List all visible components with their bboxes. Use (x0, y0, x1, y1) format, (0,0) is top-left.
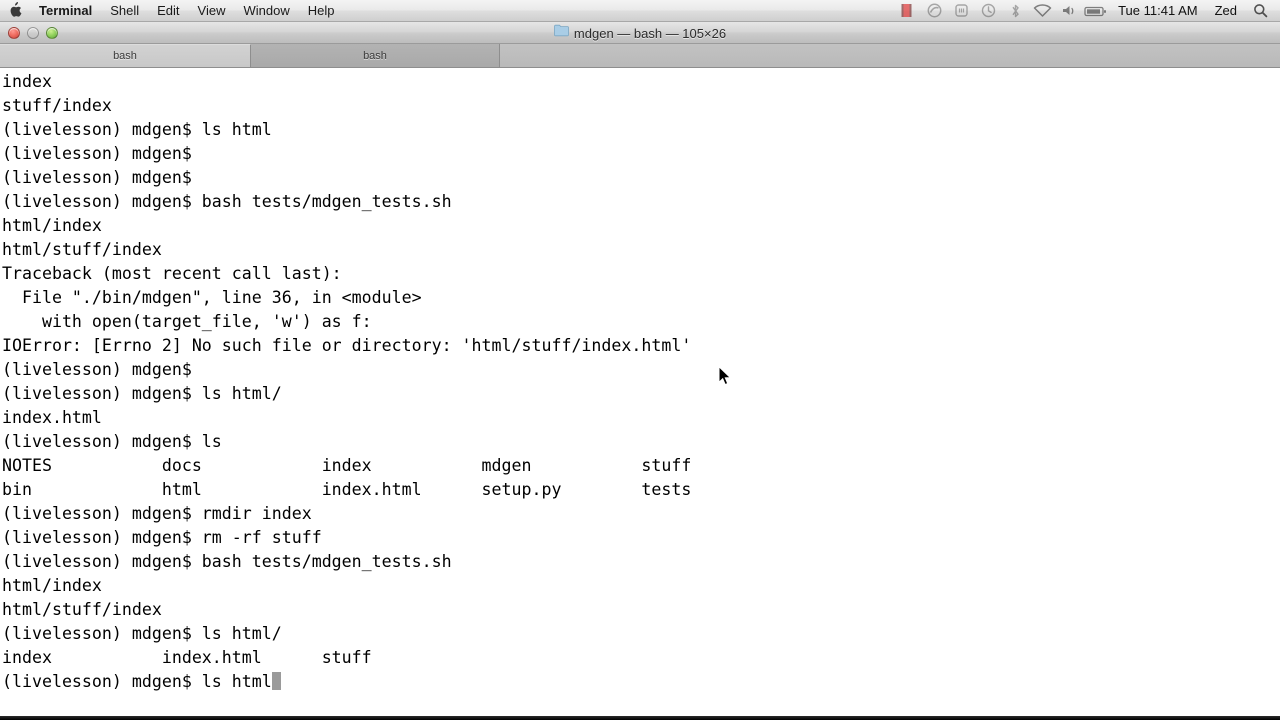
bluetooth-icon[interactable] (1002, 0, 1028, 22)
terminal-line: html/index (2, 576, 102, 595)
menu-item-view[interactable]: View (189, 0, 235, 22)
minimize-button[interactable] (27, 26, 39, 39)
terminal-line: (livelesson) mdgen$ ls (2, 432, 222, 451)
terminal-line: (livelesson) mdgen$ bash tests/mdgen_tes… (2, 192, 452, 211)
terminal-line: html/stuff/index (2, 600, 162, 619)
terminal-line: (livelesson) mdgen$ ls html (2, 120, 272, 139)
creative-cloud-icon[interactable] (921, 0, 947, 22)
tab-label: bash (363, 49, 387, 62)
menu-item-edit[interactable]: Edit (148, 0, 188, 22)
zoom-button[interactable] (46, 26, 58, 39)
menu-bar-clock[interactable]: Tue 11:41 AM (1110, 0, 1206, 22)
terminal-line: Traceback (most recent call last): (2, 264, 342, 283)
terminal-line: (livelesson) mdgen$ (2, 360, 202, 379)
terminal-line: index (2, 72, 52, 91)
window-title: mdgen — bash — 105×26 (573, 25, 727, 41)
terminal-line: (livelesson) mdgen$ ls html (2, 670, 1280, 694)
menu-item-shell[interactable]: Shell (101, 0, 148, 22)
terminal-line: (livelesson) mdgen$ rmdir index (2, 504, 312, 523)
terminal-line: (livelesson) mdgen$ rm -rf stuff (2, 528, 322, 547)
close-button[interactable] (8, 26, 20, 39)
menu-item-help[interactable]: Help (299, 0, 344, 22)
window-bottom-edge (0, 716, 1280, 720)
menu-bar-status-items: Tue 11:41 AM Zed (894, 0, 1280, 21)
terminal-tab-bar: bash bash (0, 44, 1280, 68)
apple-logo-icon[interactable] (0, 0, 30, 22)
terminal-line: IOError: [Errno 2] No such file or direc… (2, 336, 692, 355)
terminal-line: NOTES docs index mdgen stuff (2, 456, 692, 475)
time-machine-icon[interactable] (975, 0, 1001, 22)
battery-icon[interactable] (1083, 0, 1109, 22)
window-controls (0, 26, 58, 39)
terminal-line: (livelesson) mdgen$ (2, 168, 202, 187)
terminal-line: html/stuff/index (2, 240, 162, 259)
text-cursor (271, 672, 281, 690)
window-title-bar[interactable]: mdgen — bash — 105×26 (0, 22, 1280, 44)
terminal-window: mdgen — bash — 105×26 bash bash index stu… (0, 22, 1280, 720)
spotlight-search-icon[interactable] (1246, 0, 1274, 22)
window-title-container: mdgen — bash — 105×26 (0, 22, 1280, 44)
macos-menu-bar: Terminal Shell Edit View Window Help Tue… (0, 0, 1280, 22)
tab-bar-filler (500, 44, 1280, 67)
wifi-icon[interactable] (1029, 0, 1055, 22)
terminal-screen[interactable]: index stuff/index (livelesson) mdgen$ ls h… (0, 68, 1280, 720)
terminal-line: with open(target_file, 'w') as f: (2, 312, 372, 331)
terminal-line: (livelesson) mdgen$ ls html/ (2, 384, 282, 403)
terminal-line: File "./bin/mdgen", line 36, in <module> (2, 288, 422, 307)
terminal-line: (livelesson) mdgen$ (2, 144, 202, 163)
terminal-line: (livelesson) mdgen$ ls html/ (2, 624, 282, 643)
terminal-line: index.html (2, 408, 102, 427)
tab-bash-2[interactable]: bash (251, 44, 500, 67)
menu-bar-user[interactable]: Zed (1207, 0, 1245, 22)
menu-bar-items: Terminal Shell Edit View Window Help (0, 0, 344, 21)
volume-icon[interactable] (1056, 0, 1082, 22)
terminal-output: index stuff/index (livelesson) mdgen$ ls h… (2, 70, 1280, 694)
creative-cloud-red-icon[interactable] (894, 0, 920, 22)
menu-item-terminal[interactable]: Terminal (30, 0, 101, 22)
tab-label: bash (113, 50, 137, 62)
terminal-line: bin html index.html setup.py tests (2, 480, 692, 499)
terminal-line: stuff/index (2, 96, 112, 115)
menu-item-window[interactable]: Window (235, 0, 299, 22)
terminal-line: html/index (2, 216, 102, 235)
dropbox-icon[interactable] (948, 0, 974, 22)
terminal-line: (livelesson) mdgen$ bash tests/mdgen_tes… (2, 552, 452, 571)
folder-icon (554, 24, 569, 42)
terminal-line: index index.html stuff (2, 648, 372, 667)
tab-bash-1[interactable]: bash (0, 44, 251, 67)
